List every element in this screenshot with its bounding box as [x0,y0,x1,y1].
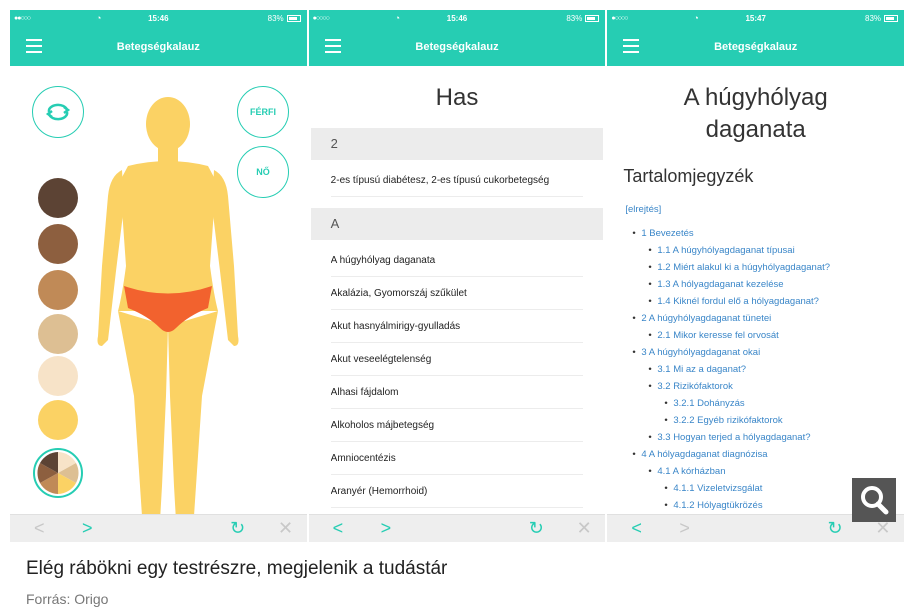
toc-item[interactable]: 1.4 Kiknél fordul elő a hólyagdaganat? [648,296,819,307]
toc-item[interactable]: 4 A hólyagdaganat diagnózisa [632,449,767,460]
body-torso[interactable] [118,161,218,311]
skin-tone-swatch-3[interactable] [38,270,78,310]
battery-level: 83% [566,14,583,23]
status-time: 15:46 [446,14,468,23]
skin-tone-swatch-1[interactable] [38,178,78,218]
status-bar: ●○○○○ ◔ 15:46 83% [308,10,606,28]
screens-row: ●●○○○ ◔ 15:46 83% Betegségkalauz FÉRFI N… [10,10,905,542]
body-left-leg[interactable] [118,311,168,514]
disease-list-content: Has 2 2-es típusú diabétesz, 2-es típusú… [309,66,606,514]
refresh-icon[interactable]: ↻ [529,518,544,538]
app-title: Betegségkalauz [415,41,499,53]
toc-item[interactable]: 4.1.2 Hólyagtükrözés [664,500,762,511]
list-item[interactable]: Akut hasnyálmirigy-gyulladás [330,310,584,343]
rotate-icon [45,103,71,121]
page-title: Has [435,84,479,111]
forward-arrow-icon[interactable]: > [82,518,93,538]
list-item[interactable]: 2-es típusú diabétesz, 2-es típusú cukor… [330,164,584,197]
article-title-line-2: daganata [705,116,806,143]
toc-item[interactable]: 4.1.1 Vizeletvizsgálat [664,483,762,494]
forward-arrow-icon[interactable]: > [381,518,392,538]
skin-tone-swatch-5[interactable] [38,356,78,396]
browser-toolbar: < > ↻ ✕ [308,514,606,542]
body-map-content: FÉRFI NŐ [10,66,307,514]
list-item[interactable]: Akalázia, Gyomorszáj szűkület [330,277,584,310]
skin-tone-swatch-6[interactable] [38,400,78,440]
battery-icon [884,15,899,22]
toc-item[interactable]: 2.1 Mikor keresse fel orvosát [648,330,778,341]
back-arrow-icon[interactable]: < [34,518,45,538]
image-source: Forrás: Origo [26,591,109,607]
toc-item[interactable]: 1 Bevezetés [632,228,693,239]
toc-item[interactable]: 1.1 A húgyhólyagdaganat típusai [648,245,794,256]
status-time: 15:47 [745,14,766,23]
search-icon [861,486,889,515]
list-item[interactable]: Alhasi fájdalom [330,376,584,409]
status-time: 15:46 [148,14,169,23]
app-header: Betegségkalauz [607,28,905,66]
toc-item[interactable]: 4.1 A kórházban [648,466,725,477]
skin-tone-mixed-selector[interactable] [33,448,83,498]
battery-icon [286,15,301,22]
refresh-icon[interactable]: ↻ [230,518,245,538]
battery-icon [585,15,600,22]
list-item[interactable]: Aranyér (Hemorrhoid) [330,475,584,508]
body-head[interactable] [146,97,190,151]
human-body-figure[interactable] [88,96,248,514]
app-title: Betegségkalauz [714,41,798,53]
toc-item[interactable]: 3.2 Rizikófaktorok [648,381,732,392]
refresh-icon[interactable]: ↻ [827,518,842,538]
toc-item[interactable]: 1.2 Miért alakul ki a húgyhólyagdaganat? [648,262,830,273]
section-header-a: A [310,208,604,240]
list-item[interactable]: Amniocentézis [330,442,584,475]
list-item[interactable]: Alkoholos májbetegség [330,409,584,442]
phone-screen-disease-list: ●○○○○ ◔ 15:46 83% Betegségkalauz Has 2 2… [308,10,606,542]
section-header-2: 2 [310,128,604,160]
mixed-tone-icon [37,452,79,494]
toc-item[interactable]: 2 A húgyhólyagdaganat tünetei [632,313,771,324]
article-title-line-1: A húgyhólyag [683,84,828,111]
search-button[interactable] [852,478,897,522]
battery-level: 83% [267,14,284,23]
phone-screen-article: ●○○○○ ◔ 15:47 83% Betegségkalauz A húgyh… [607,10,905,542]
app-header: Betegségkalauz [308,28,606,66]
body-right-leg[interactable] [168,311,218,514]
toc-item[interactable]: 1.3 A hólyagdaganat kezelése [648,279,783,290]
status-bar: ●●○○○ ◔ 15:46 83% [10,10,307,28]
toc-item[interactable]: 3.3 Hogyan terjed a hólyagdaganat? [648,432,810,443]
rotate-body-button[interactable] [32,86,84,138]
back-arrow-icon[interactable]: < [333,518,344,538]
skin-tone-swatch-2[interactable] [38,224,78,264]
list-item[interactable]: Akut veseelégtelenség [330,343,584,376]
skin-tone-swatch-4[interactable] [38,314,78,354]
list-item[interactable]: A húgyhólyag daganata [330,244,584,277]
toc-item[interactable]: 3 A húgyhólyagdaganat okai [632,347,760,358]
toc-title: Tartalomjegyzék [623,166,754,186]
image-caption: Elég rábökni egy testrészre, megjelenik … [26,558,448,579]
close-icon[interactable]: ✕ [577,518,592,538]
browser-toolbar: < > ↻ ✕ [10,514,307,542]
phone-screen-body-map: ●●○○○ ◔ 15:46 83% Betegségkalauz FÉRFI N… [10,10,307,542]
close-icon[interactable]: ✕ [278,518,293,538]
article-content: A húgyhólyag daganata Tartalomjegyzék [e… [607,66,904,514]
toc-item[interactable]: 3.1 Mi az a daganat? [648,364,746,375]
toc-item[interactable]: 3.2.1 Dohányzás [664,398,744,409]
battery-level: 83% [865,14,882,23]
app-title: Betegségkalauz [116,41,200,53]
app-header: Betegségkalauz [10,28,307,66]
toc-item[interactable]: 3.2.2 Egyéb rizikófaktorok [664,415,782,426]
back-arrow-icon[interactable]: < [631,518,642,538]
forward-arrow-icon[interactable]: > [679,518,690,538]
toc-hide-link[interactable]: [elrejtés] [625,204,661,215]
status-bar: ●○○○○ ◔ 15:47 83% [607,10,905,28]
